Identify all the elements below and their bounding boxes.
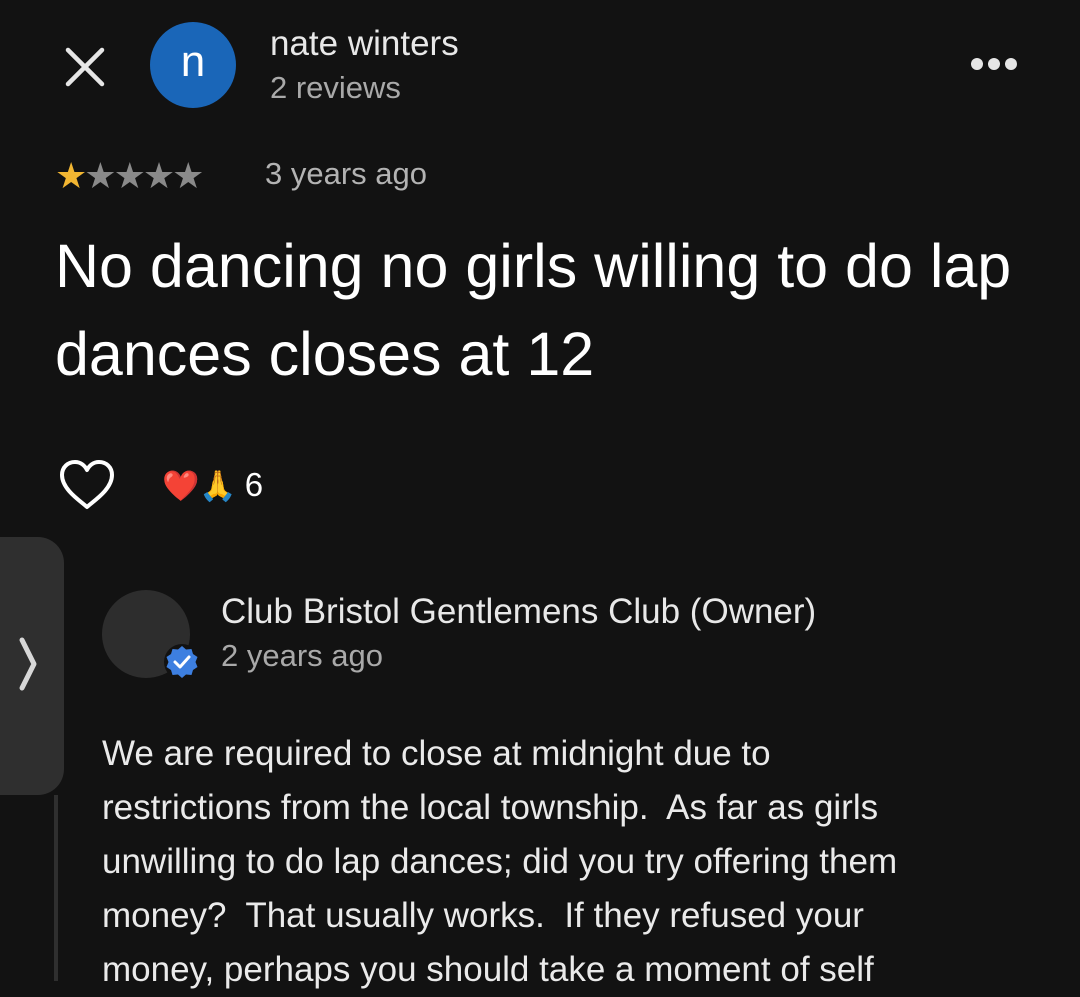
more-options-button[interactable] (968, 52, 1020, 76)
reactions-summary[interactable]: ❤️🙏 6 (162, 462, 263, 510)
owner-reply-time: 2 years ago (221, 638, 383, 673)
star-empty-icon: ★ (84, 155, 116, 196)
star-empty-icon: ★ (113, 155, 146, 196)
reviewer-review-count: 2 reviews (270, 70, 401, 105)
review-text: No dancing no girls willing to do lap da… (55, 232, 1012, 388)
chevron-right-icon (19, 637, 37, 691)
star-empty-icon: ★ (142, 155, 175, 196)
verified-badge-icon (163, 643, 201, 681)
side-panel-tab[interactable] (0, 537, 64, 795)
more-horizontal-icon (971, 58, 1017, 70)
close-icon (65, 47, 105, 87)
reaction-count: 6 (244, 466, 264, 503)
reaction-emojis: ❤️🙏 (162, 470, 237, 503)
close-button[interactable] (62, 44, 108, 90)
reviewer-name[interactable]: nate winters (270, 24, 459, 64)
review-time: 3 years ago (265, 156, 427, 191)
star-empty-icon: ★ (172, 155, 204, 196)
like-button[interactable] (58, 458, 116, 512)
thread-line (54, 795, 58, 981)
heart-outline-icon (60, 460, 114, 509)
star-filled-icon: ★ (55, 155, 87, 196)
owner-response-text: We are required to close at midnight due… (102, 734, 898, 989)
reviewer-avatar[interactable]: n (150, 22, 236, 108)
owner-name: Club Bristol Gentlemens Club (Owner) (221, 592, 817, 631)
star-rating: ★★★★★ (55, 155, 204, 196)
